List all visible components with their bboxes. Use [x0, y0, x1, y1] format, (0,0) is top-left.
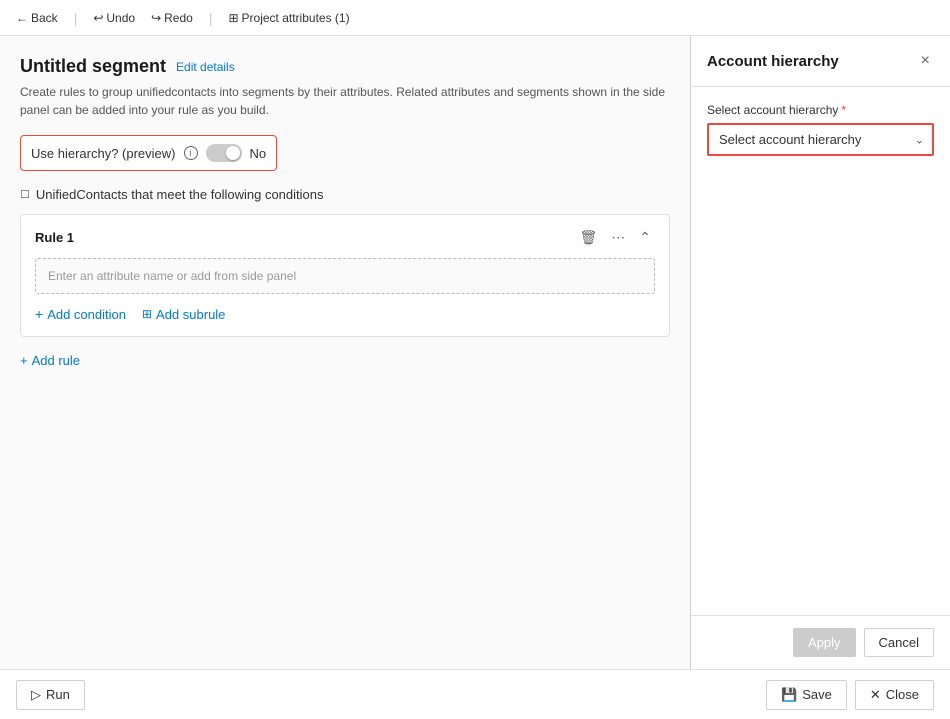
bottom-bar-right: 💾 Save ✕ Close — [766, 680, 934, 710]
close-panel-icon: × — [921, 52, 930, 69]
conditions-text: UnifiedContacts that meet the following … — [36, 187, 324, 202]
rule-collapse-button[interactable]: ⌃ — [635, 227, 655, 248]
redo-button[interactable]: ↪ Redo — [147, 9, 197, 27]
hierarchy-toggle-row: Use hierarchy? (preview) i No — [20, 135, 277, 171]
undo-button[interactable]: ↩ Undo — [89, 9, 139, 27]
select-field-label: Select account hierarchy * — [707, 103, 934, 117]
attribute-placeholder: Enter an attribute name or add from side… — [48, 269, 296, 283]
edit-details-link[interactable]: Edit details — [176, 60, 235, 74]
right-panel: Account hierarchy × Select account hiera… — [690, 36, 950, 669]
checkbox-icon: ☐ — [20, 188, 30, 201]
rule-card: Rule 1 🗑 ⋯ ⌃ Enter an attribute name or … — [20, 214, 670, 337]
account-hierarchy-select[interactable]: Select account hierarchy — [709, 125, 932, 154]
add-rule-button[interactable]: + Add rule — [20, 349, 80, 372]
apply-button[interactable]: Apply — [793, 628, 856, 657]
toggle-state-label: No — [250, 146, 267, 161]
cancel-button[interactable]: Cancel — [864, 628, 934, 657]
run-icon: ▷ — [31, 687, 41, 703]
add-subrule-button[interactable]: ⊞ Add subrule — [142, 305, 225, 324]
add-condition-label: Add condition — [47, 307, 126, 322]
separator-2: | — [209, 10, 213, 26]
left-panel: Untitled segment Edit details Create rul… — [0, 36, 690, 669]
save-icon: 💾 — [781, 687, 797, 703]
select-wrapper: Select account hierarchy ⌄ — [707, 123, 934, 156]
right-panel-header: Account hierarchy × — [691, 36, 950, 87]
description-text: Create rules to group unifiedcontacts in… — [20, 83, 670, 119]
add-condition-button[interactable]: + Add condition — [35, 304, 126, 324]
back-icon: ← — [16, 11, 28, 25]
page-title-row: Untitled segment Edit details — [20, 56, 670, 77]
save-button[interactable]: 💾 Save — [766, 680, 847, 710]
close-label: Close — [886, 687, 919, 702]
separator-1: | — [74, 10, 78, 26]
right-panel-content: Select account hierarchy * Select accoun… — [691, 87, 950, 367]
add-subrule-icon: ⊞ — [142, 307, 152, 321]
hierarchy-info-icon[interactable]: i — [184, 146, 198, 160]
redo-label: Redo — [164, 11, 193, 25]
project-icon: ⊞ — [228, 11, 238, 25]
hierarchy-label: Use hierarchy? (preview) — [31, 146, 176, 161]
undo-icon: ↩ — [93, 11, 103, 25]
undo-label: Undo — [106, 11, 135, 25]
hierarchy-toggle[interactable] — [206, 144, 242, 162]
page-title: Untitled segment — [20, 56, 166, 77]
project-attrs-label: Project attributes (1) — [242, 11, 350, 25]
add-rule-plus-icon: + — [20, 353, 28, 368]
add-condition-plus-icon: + — [35, 306, 43, 322]
apply-label: Apply — [808, 635, 841, 650]
bottom-bar-left: ▷ Run — [16, 680, 85, 710]
rule-more-button[interactable]: ⋯ — [607, 227, 629, 248]
right-panel-title: Account hierarchy — [707, 53, 839, 70]
trash-icon: 🗑 — [579, 229, 597, 245]
rule-header: Rule 1 🗑 ⋯ ⌃ — [35, 227, 655, 248]
more-options-icon: ⋯ — [611, 229, 625, 245]
required-star: * — [841, 103, 846, 117]
rule-footer: + Add condition ⊞ Add subrule — [35, 304, 655, 324]
rule-actions: 🗑 ⋯ ⌃ — [575, 227, 655, 248]
run-label: Run — [46, 687, 70, 702]
cancel-label: Cancel — [879, 635, 919, 650]
toggle-knob — [226, 146, 240, 160]
project-attrs-button[interactable]: ⊞ Project attributes (1) — [224, 9, 353, 27]
back-label: Back — [31, 11, 58, 25]
toolbar: ← Back | ↩ Undo ↪ Redo | ⊞ Project attri… — [0, 0, 950, 36]
bottom-bar: ▷ Run 💾 Save ✕ Close — [0, 669, 950, 719]
close-panel-button[interactable]: × — [917, 50, 934, 72]
rule-title: Rule 1 — [35, 230, 74, 245]
run-button[interactable]: ▷ Run — [16, 680, 85, 710]
save-label: Save — [802, 687, 832, 702]
back-button[interactable]: ← Back — [12, 9, 62, 27]
right-panel-footer: Apply Cancel — [691, 615, 950, 669]
add-rule-label: Add rule — [32, 353, 80, 368]
conditions-header: ☐ UnifiedContacts that meet the followin… — [20, 187, 670, 202]
close-button[interactable]: ✕ Close — [855, 680, 934, 710]
add-subrule-label: Add subrule — [156, 307, 225, 322]
collapse-icon: ⌃ — [639, 229, 651, 245]
redo-icon: ↪ — [151, 11, 161, 25]
main-layout: Untitled segment Edit details Create rul… — [0, 36, 950, 669]
field-label-text: Select account hierarchy — [707, 103, 838, 117]
attribute-input-box[interactable]: Enter an attribute name or add from side… — [35, 258, 655, 294]
rule-delete-button[interactable]: 🗑 — [575, 227, 601, 248]
right-panel-spacer — [691, 367, 950, 615]
close-icon: ✕ — [870, 687, 881, 703]
